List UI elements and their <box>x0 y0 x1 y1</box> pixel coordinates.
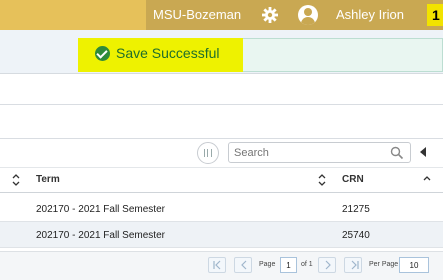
table-header <box>0 167 443 193</box>
page-label: Page <box>259 261 276 268</box>
user-avatar-icon[interactable] <box>298 5 318 25</box>
table-row[interactable]: 202170 - 2021 Fall Semester 25740 <box>0 222 443 248</box>
first-page-button[interactable] <box>208 257 226 273</box>
per-page-select[interactable] <box>399 257 429 273</box>
search-input[interactable] <box>228 142 411 163</box>
gear-icon[interactable] <box>261 6 279 24</box>
search-icon[interactable] <box>390 146 404 160</box>
collapse-caret-icon[interactable] <box>420 147 426 157</box>
user-name[interactable]: Ashley Irion <box>336 7 404 22</box>
toolbar-divider <box>0 138 443 139</box>
success-message: Save Successful <box>116 45 220 61</box>
per-page-label: Per Page <box>369 261 399 268</box>
institution-name[interactable]: MSU-Bozeman <box>153 7 241 22</box>
page-number-input[interactable] <box>280 257 297 273</box>
sort-ascending-icon[interactable] <box>423 173 431 185</box>
sort-icon[interactable] <box>318 173 326 186</box>
crn-cell: 25740 <box>342 230 370 241</box>
term-cell: 202170 - 2021 Fall Semester <box>36 230 165 241</box>
next-page-button[interactable] <box>318 257 336 273</box>
column-header-term[interactable]: Term <box>36 174 60 185</box>
page-count-label: of 1 <box>301 261 313 268</box>
table-row[interactable]: 202170 - 2021 Fall Semester 21275 <box>0 196 443 222</box>
sort-icon[interactable] <box>12 173 20 186</box>
previous-page-button[interactable] <box>234 257 252 273</box>
column-chooser-button[interactable] <box>197 142 219 164</box>
last-page-button[interactable] <box>344 257 362 273</box>
term-cell: 202170 - 2021 Fall Semester <box>36 204 165 215</box>
crn-cell: 21275 <box>342 204 370 215</box>
check-circle-icon <box>95 46 110 61</box>
column-header-crn[interactable]: CRN <box>342 174 364 185</box>
notification-badge[interactable]: 1 <box>427 4 443 26</box>
panel-divider <box>0 104 443 105</box>
